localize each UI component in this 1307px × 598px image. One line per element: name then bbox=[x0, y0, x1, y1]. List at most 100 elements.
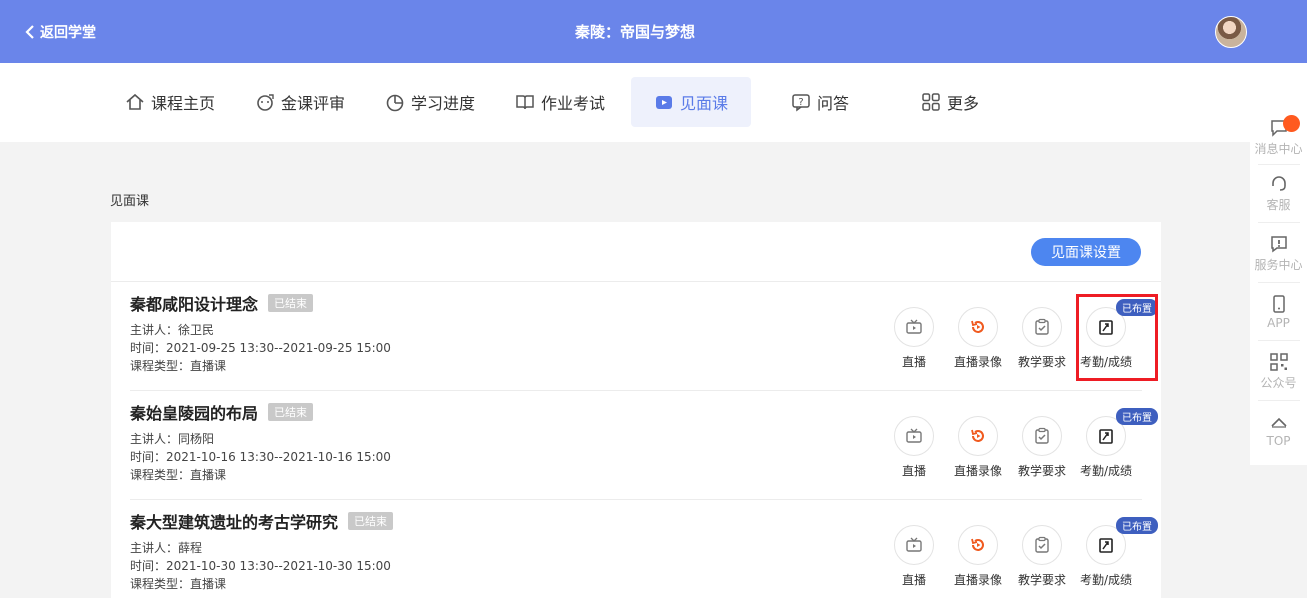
lesson-row: 秦都咸阳设计理念 已结束 主讲人：徐卫民 时间：2021-09-25 13:30… bbox=[130, 282, 1158, 391]
lesson-actions: 直播 直播录像 教学要求 考勤/成绩 已布置 bbox=[882, 299, 1158, 371]
lesson-title[interactable]: 秦都咸阳设计理念 bbox=[130, 291, 258, 315]
action-label: 直播录像 bbox=[953, 464, 1002, 478]
lesson-speaker: 主讲人：同杨阳 bbox=[130, 432, 215, 446]
nav-label: 问答 bbox=[817, 94, 850, 113]
divider bbox=[1258, 340, 1300, 341]
nav-label: 课程主页 bbox=[151, 94, 216, 113]
nav-item-more[interactable]: 更多 bbox=[921, 77, 979, 127]
live-button[interactable]: 直播 bbox=[882, 307, 946, 370]
teaching-requirement-button[interactable]: 教学要求 bbox=[1010, 416, 1074, 479]
status-badge: 已结束 bbox=[348, 512, 394, 530]
nav-item-meeting-class[interactable]: 见面课 bbox=[631, 77, 751, 127]
assigned-badge: 已布置 bbox=[1116, 408, 1158, 425]
nav-label: 学习进度 bbox=[411, 94, 476, 113]
nav-label: 作业考试 bbox=[541, 94, 606, 113]
nav-item-review[interactable]: 金课评审 bbox=[255, 77, 345, 127]
replay-icon bbox=[971, 320, 984, 333]
lesson-type: 课程类型：直播课 bbox=[130, 577, 227, 591]
live-replay-button[interactable]: 直播录像 bbox=[946, 307, 1010, 370]
service-icon bbox=[1270, 236, 1287, 253]
nav-item-progress[interactable]: 学习进度 bbox=[385, 77, 475, 127]
lesson-speaker: 主讲人：薛程 bbox=[130, 541, 203, 555]
action-label: 直播 bbox=[901, 355, 926, 369]
divider bbox=[1258, 164, 1300, 165]
sidebar-label: 客服 bbox=[1266, 198, 1291, 212]
nav-item-course-home[interactable]: 课程主页 bbox=[125, 77, 215, 127]
assigned-badge: 已布置 bbox=[1116, 517, 1158, 534]
action-label: 直播录像 bbox=[953, 573, 1002, 587]
sidebar-item-official-account[interactable]: 公众号 bbox=[1250, 352, 1307, 391]
review-icon bbox=[257, 94, 274, 111]
nav-item-qa[interactable]: ? 问答 bbox=[791, 77, 849, 127]
notification-dot bbox=[1283, 115, 1300, 132]
arrow-up-icon bbox=[1270, 417, 1287, 428]
sidebar-item-app[interactable]: APP bbox=[1250, 294, 1307, 330]
meeting-settings-button[interactable]: 见面课设置 bbox=[1031, 238, 1141, 266]
divider bbox=[1258, 400, 1300, 401]
avatar[interactable] bbox=[1215, 16, 1247, 48]
teaching-requirement-button[interactable]: 教学要求 bbox=[1010, 525, 1074, 588]
lesson-actions: 直播 直播录像 教学要求 考勤/成绩 已布置 bbox=[882, 408, 1158, 480]
meeting-class-list: 见面课设置 秦都咸阳设计理念 已结束 主讲人：徐卫民 时间：2021-09-25… bbox=[111, 222, 1161, 598]
sidebar-item-message-center[interactable]: 消息中心 bbox=[1250, 115, 1307, 157]
live-replay-button[interactable]: 直播录像 bbox=[946, 416, 1010, 479]
nav-label: 金课评审 bbox=[281, 94, 346, 113]
divider bbox=[1258, 282, 1300, 283]
question-icon: ? bbox=[792, 94, 810, 112]
right-sidebar: 消息中心 客服 服务中心 APP 公众号 TOP bbox=[1250, 112, 1307, 465]
attendance-grade-button[interactable]: 考勤/成绩 已布置 bbox=[1074, 517, 1158, 588]
action-label: 考勤/成绩 bbox=[1079, 464, 1133, 478]
nav-label: 更多 bbox=[947, 94, 980, 113]
clipboard-check-icon bbox=[1035, 427, 1049, 444]
nav-label: 见面课 bbox=[679, 94, 728, 113]
qrcode-icon bbox=[1269, 353, 1288, 371]
attendance-icon bbox=[1099, 320, 1113, 335]
sidebar-item-service-center[interactable]: 服务中心 bbox=[1250, 234, 1307, 273]
live-replay-button[interactable]: 直播录像 bbox=[946, 525, 1010, 588]
course-title: 秦陵：帝国与梦想 bbox=[574, 23, 695, 41]
teaching-requirement-button[interactable]: 教学要求 bbox=[1010, 307, 1074, 370]
lesson-header: 秦始皇陵园的布局 已结束 bbox=[130, 400, 314, 424]
attendance-grade-button[interactable]: 考勤/成绩 已布置 bbox=[1074, 408, 1158, 479]
lesson-time: 时间：2021-10-30 13:30--2021-10-30 15:00 bbox=[130, 559, 391, 573]
lesson-header: 秦大型建筑遗址的考古学研究 已结束 bbox=[130, 509, 394, 533]
sidebar-label: APP bbox=[1267, 316, 1290, 330]
lesson-type: 课程类型：直播课 bbox=[130, 359, 227, 373]
video-icon bbox=[655, 96, 672, 109]
action-label: 直播 bbox=[901, 573, 926, 587]
action-label: 直播 bbox=[901, 464, 926, 478]
sidebar-label: 公众号 bbox=[1260, 376, 1297, 390]
attendance-icon bbox=[1099, 429, 1113, 444]
clipboard-check-icon bbox=[1035, 318, 1049, 335]
attendance-icon bbox=[1099, 538, 1113, 553]
lesson-speaker: 主讲人：徐卫民 bbox=[130, 323, 215, 337]
action-label: 教学要求 bbox=[1017, 464, 1066, 478]
action-label: 直播录像 bbox=[953, 355, 1002, 369]
lesson-title[interactable]: 秦始皇陵园的布局 bbox=[130, 400, 258, 424]
action-label: 教学要求 bbox=[1017, 573, 1066, 587]
lesson-type: 课程类型：直播课 bbox=[130, 468, 227, 482]
replay-icon bbox=[971, 429, 984, 442]
sidebar-label: 服务中心 bbox=[1254, 258, 1303, 272]
replay-icon bbox=[971, 538, 984, 551]
action-label: 考勤/成绩 bbox=[1079, 355, 1133, 369]
status-badge: 已结束 bbox=[268, 403, 314, 421]
live-button[interactable]: 直播 bbox=[882, 525, 946, 588]
lesson-actions: 直播 直播录像 教学要求 考勤/成绩 已布置 bbox=[882, 517, 1158, 589]
svg-text:?: ? bbox=[798, 97, 803, 108]
lesson-time: 时间：2021-10-16 13:30--2021-10-16 15:00 bbox=[130, 450, 391, 464]
nav-item-homework[interactable]: 作业考试 bbox=[515, 77, 605, 127]
sidebar-label: TOP bbox=[1266, 434, 1291, 448]
sidebar-item-customer-service[interactable]: 客服 bbox=[1250, 174, 1307, 213]
lesson-row: 秦始皇陵园的布局 已结束 主讲人：同杨阳 时间：2021-10-16 13:30… bbox=[130, 391, 1158, 500]
tv-icon bbox=[906, 537, 922, 552]
tv-icon bbox=[906, 319, 922, 334]
section-title: 见面课 bbox=[110, 194, 150, 209]
sidebar-label: 消息中心 bbox=[1254, 142, 1303, 156]
attendance-grade-button[interactable]: 考勤/成绩 已布置 bbox=[1074, 299, 1158, 370]
lesson-title[interactable]: 秦大型建筑遗址的考古学研究 bbox=[130, 509, 338, 533]
divider bbox=[1258, 222, 1300, 223]
phone-icon bbox=[1272, 295, 1285, 313]
sidebar-item-top[interactable]: TOP bbox=[1250, 412, 1307, 448]
live-button[interactable]: 直播 bbox=[882, 416, 946, 479]
